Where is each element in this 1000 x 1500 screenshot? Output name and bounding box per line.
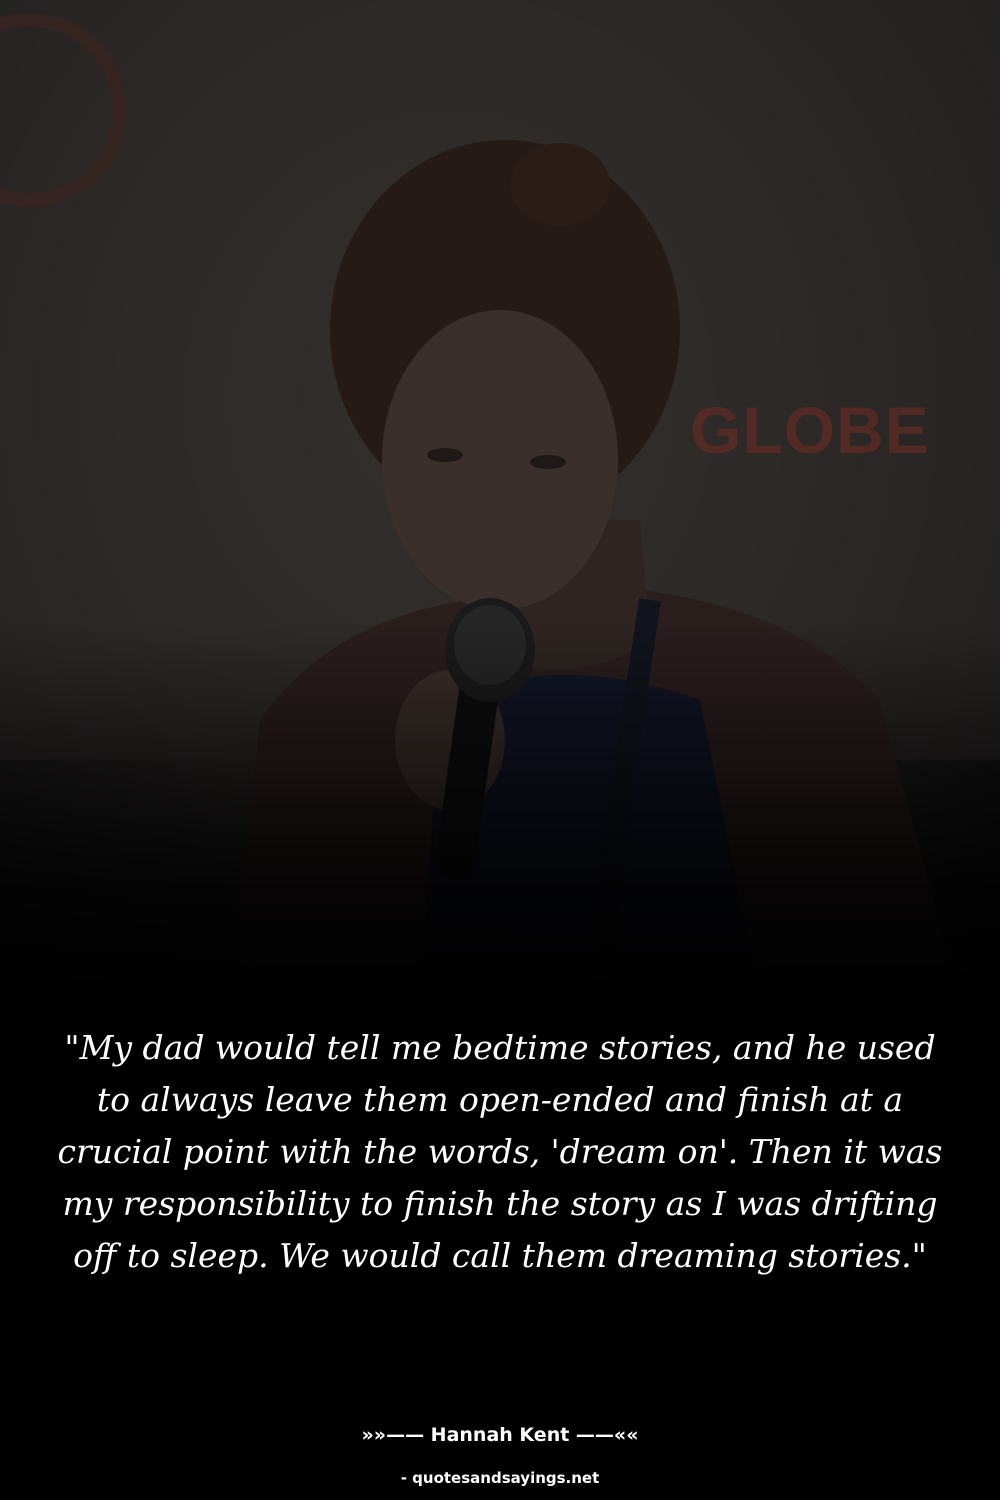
background-photo: GLOBE	[0, 0, 1000, 1000]
bottom-fade	[0, 620, 1000, 1000]
author-attribution: »»—— Hannah Kent ——««	[361, 1424, 639, 1446]
hair-bun	[510, 143, 610, 227]
face-shape	[382, 310, 618, 610]
quote-text: "My dad would tell me bedtime stories, a…	[57, 1028, 943, 1275]
source-website: - quotesandsayings.net	[400, 1469, 600, 1487]
globe-sign-text: GLOBE	[690, 393, 930, 467]
